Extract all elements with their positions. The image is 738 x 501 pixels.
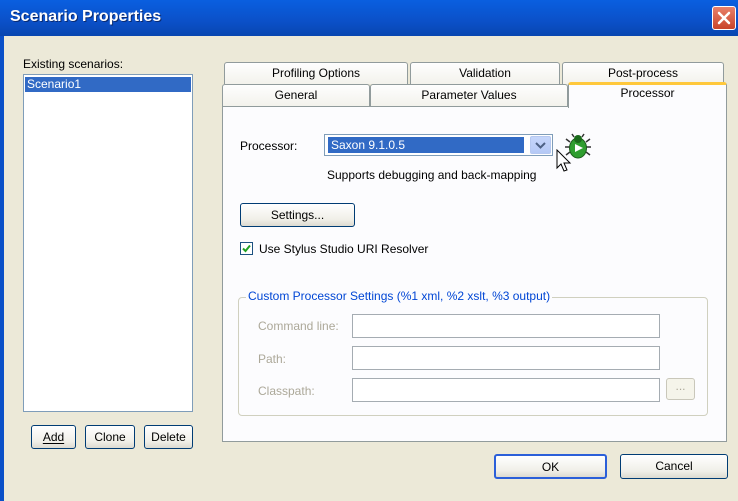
add-button[interactable]: Add: [31, 425, 76, 449]
checkmark-icon: [242, 244, 251, 253]
window-frame: [0, 36, 4, 501]
browse-button-label: ...: [675, 379, 686, 393]
add-button-label: Add: [42, 430, 65, 444]
command-line-label: Command line:: [258, 319, 339, 333]
clone-button-label: Clone: [94, 430, 126, 444]
clone-button[interactable]: Clone: [85, 425, 135, 449]
command-line-field[interactable]: [352, 314, 660, 338]
dropdown-arrow-button[interactable]: [530, 136, 551, 154]
tab-label: General: [274, 88, 318, 102]
mouse-cursor-icon: [556, 149, 572, 172]
tab-label: Parameter Values: [421, 88, 517, 102]
scenarios-list[interactable]: Scenario1: [23, 74, 193, 412]
processor-select[interactable]: Saxon 9.1.0.5: [324, 134, 553, 156]
classpath-field[interactable]: [352, 378, 660, 402]
tab-label: Validation: [459, 66, 511, 80]
close-button[interactable]: [712, 6, 736, 30]
chevron-down-icon: [535, 142, 546, 149]
title-bar: Scenario Properties: [0, 0, 738, 36]
tab-general[interactable]: General: [222, 84, 370, 106]
tab-processor[interactable]: Processor: [568, 82, 727, 108]
delete-button[interactable]: Delete: [144, 425, 193, 449]
tab-label: Profiling Options: [271, 66, 361, 80]
browse-classpath-button[interactable]: ...: [666, 378, 695, 400]
processor-note: Supports debugging and back-mapping: [327, 168, 537, 182]
cancel-button-label: Cancel: [655, 459, 693, 473]
tab-label: Processor: [620, 86, 675, 100]
classpath-label: Classpath:: [258, 384, 315, 398]
settings-button-label: Settings...: [270, 208, 325, 222]
tab-profiling-options[interactable]: Profiling Options: [224, 62, 408, 84]
close-icon: [717, 11, 731, 25]
ok-button-label: OK: [541, 460, 560, 474]
processor-label: Processor:: [240, 139, 298, 153]
delete-button-label: Delete: [151, 430, 186, 444]
settings-button[interactable]: Settings...: [240, 203, 355, 227]
list-item-scenario1[interactable]: Scenario1: [25, 77, 191, 92]
tab-label: Post-process: [607, 66, 679, 80]
custom-settings-title: Custom Processor Settings (%1 xml, %2 xs…: [246, 289, 553, 303]
tab-parameter-values[interactable]: Parameter Values: [370, 84, 568, 106]
processor-select-value: Saxon 9.1.0.5: [328, 137, 524, 153]
uri-resolver-checkbox[interactable]: [240, 242, 253, 255]
existing-scenarios-label: Existing scenarios:: [23, 57, 124, 71]
ok-button[interactable]: OK: [494, 454, 607, 479]
window-title: Scenario Properties: [10, 8, 162, 25]
tab-post-process[interactable]: Post-process: [562, 62, 724, 84]
path-label: Path:: [258, 352, 287, 366]
path-field[interactable]: [352, 346, 660, 370]
tab-validation[interactable]: Validation: [410, 62, 560, 84]
uri-resolver-label[interactable]: Use Stylus Studio URI Resolver: [259, 242, 428, 256]
cancel-button[interactable]: Cancel: [620, 454, 728, 479]
